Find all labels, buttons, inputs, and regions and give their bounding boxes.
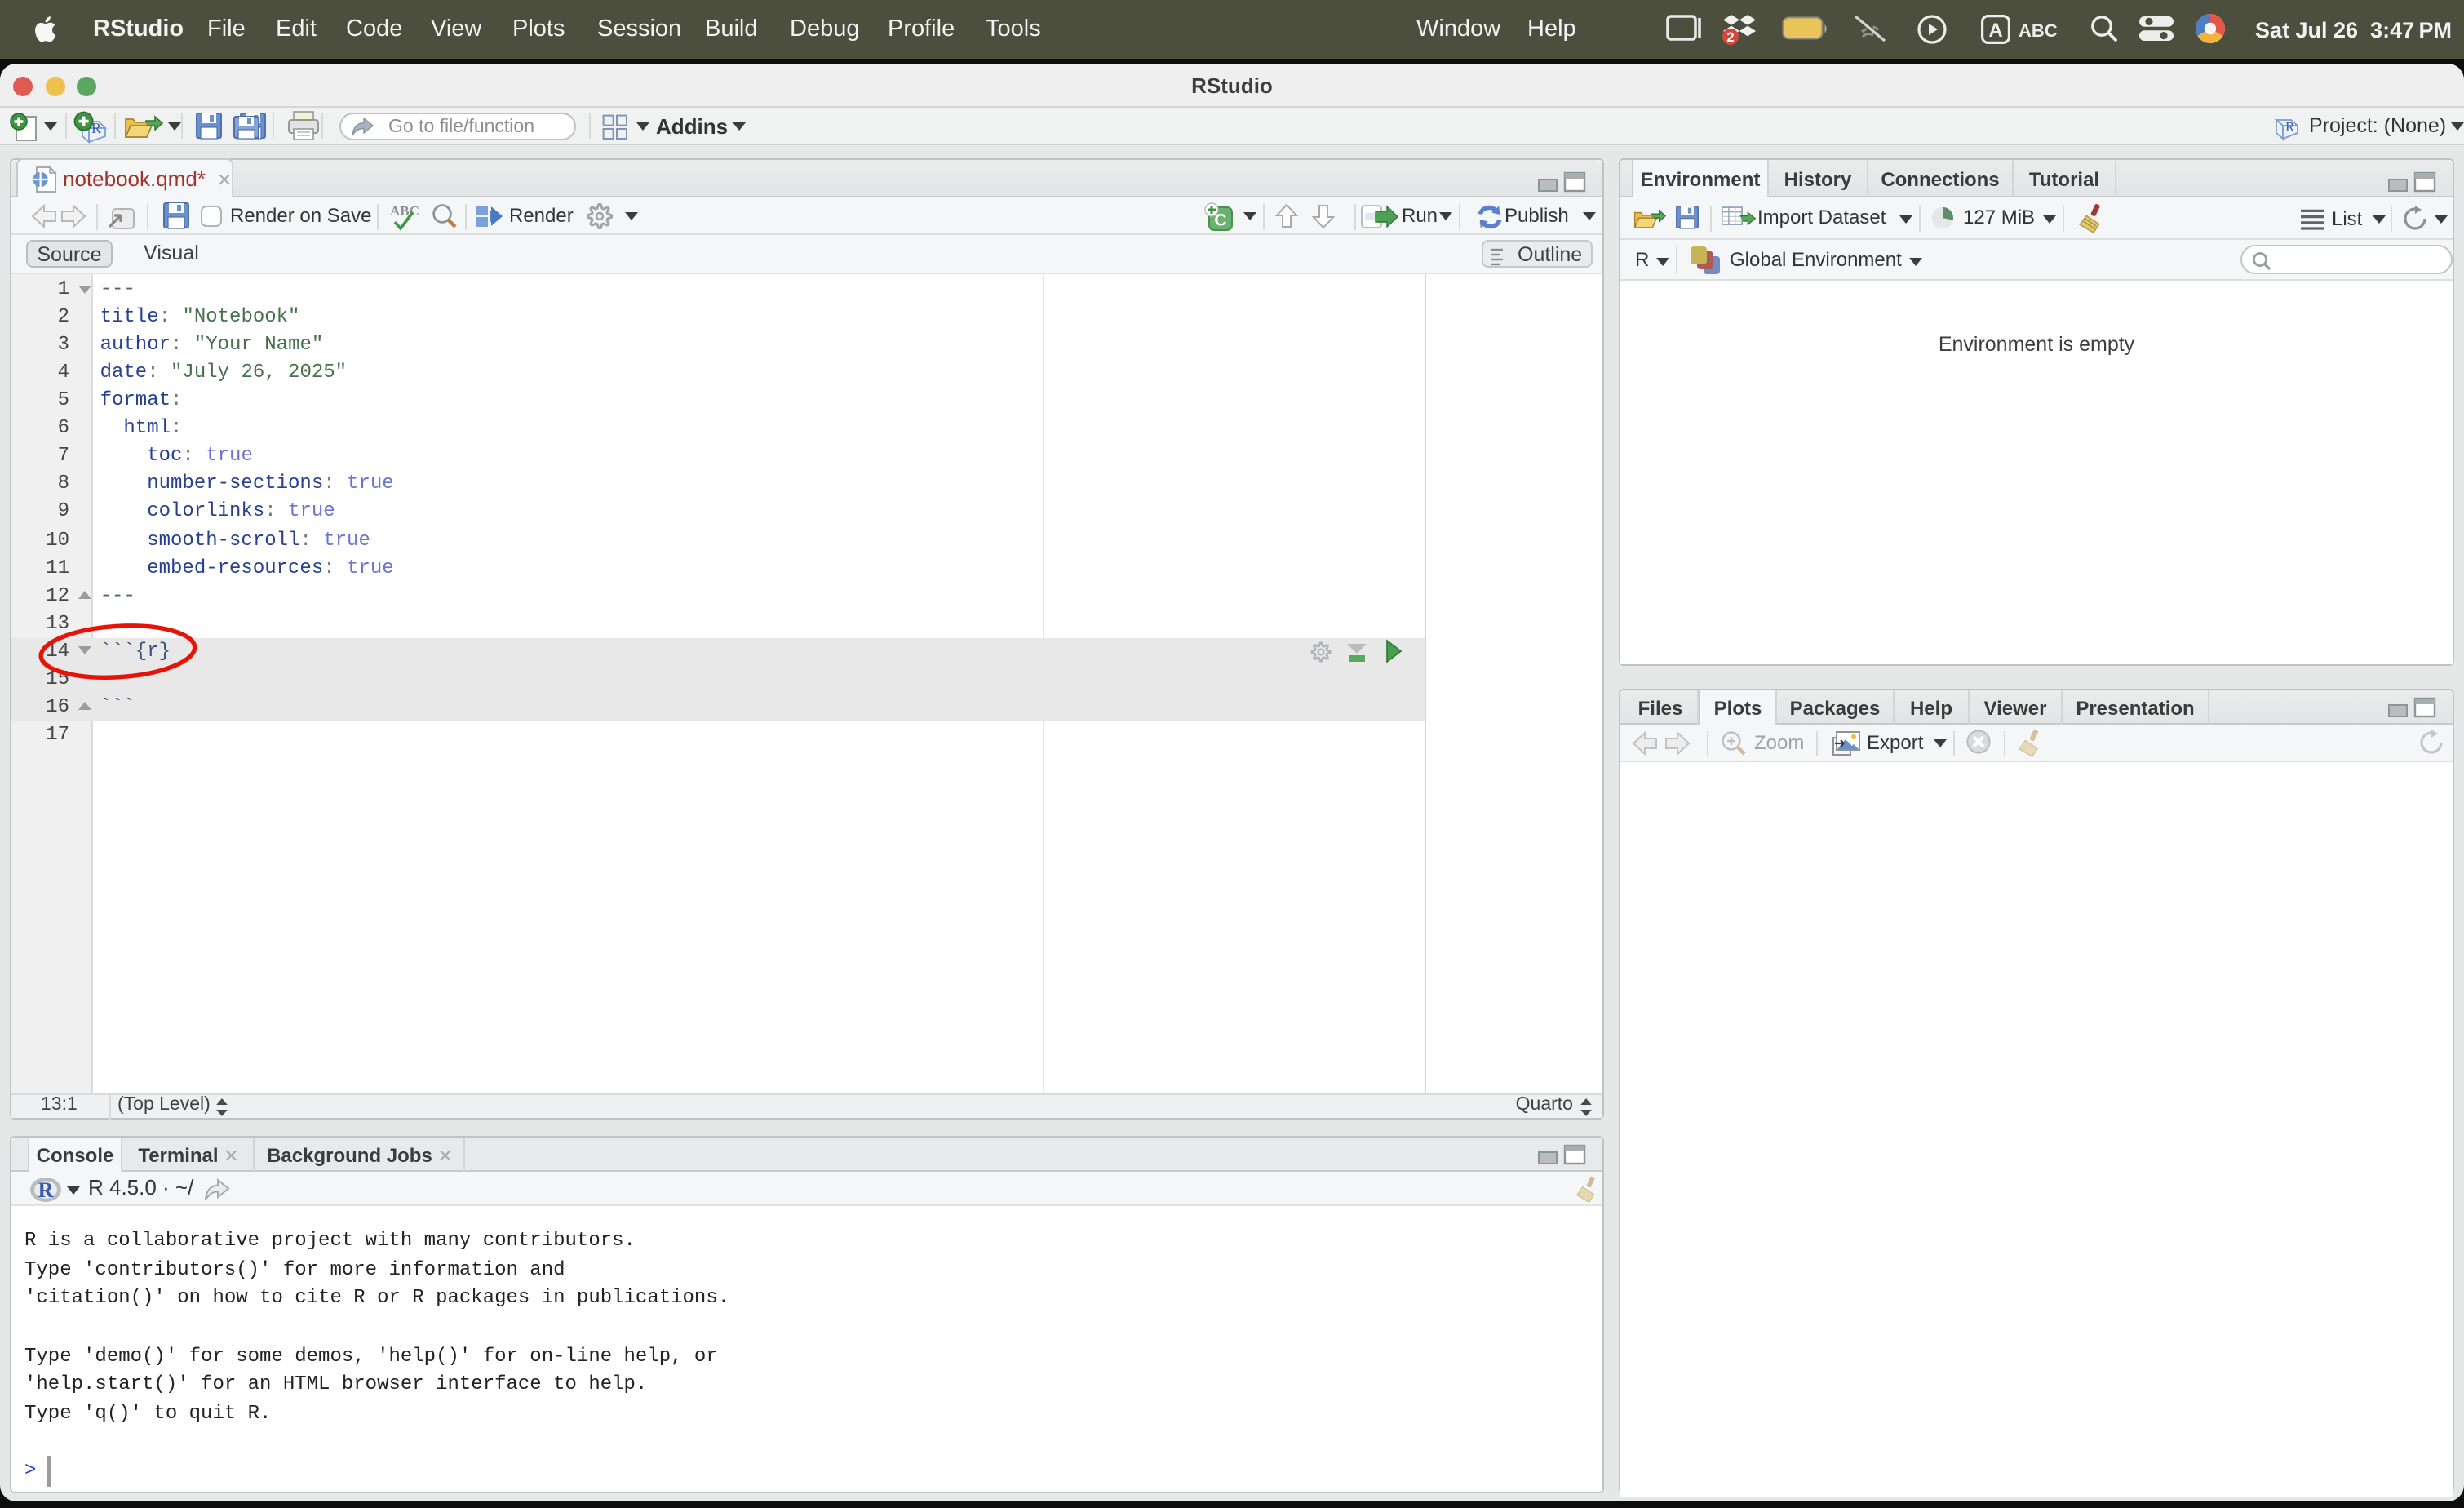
svg-text:R: R xyxy=(38,1178,54,1202)
svg-text:2: 2 xyxy=(1726,29,1734,45)
svg-text:A: A xyxy=(1988,20,2002,42)
svg-text:ABC: ABC xyxy=(390,202,419,218)
svg-text:R: R xyxy=(2285,119,2295,135)
svg-text:ABC: ABC xyxy=(2019,20,2058,41)
